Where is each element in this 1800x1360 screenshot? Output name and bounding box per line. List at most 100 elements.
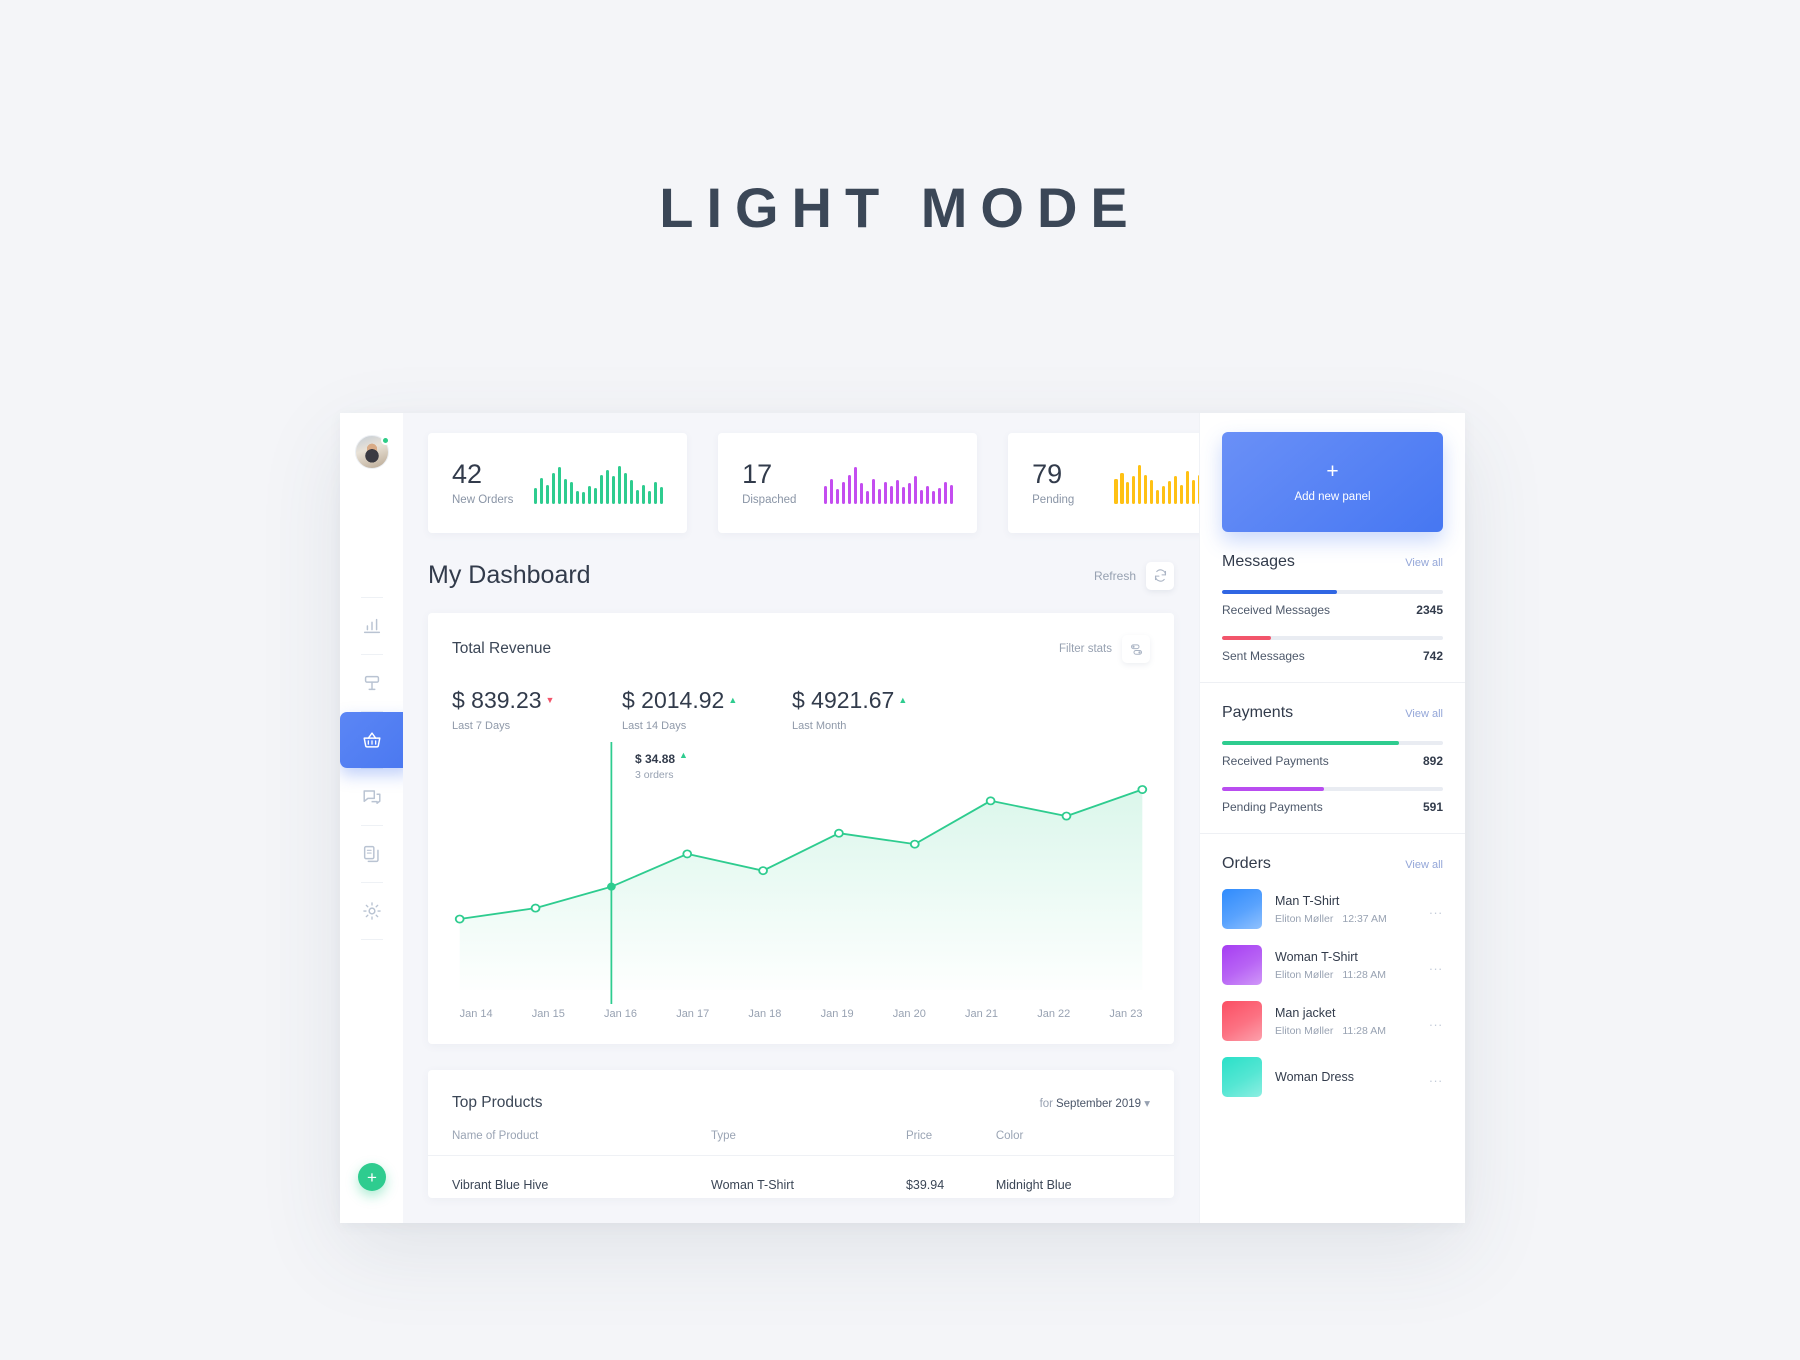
add-button[interactable]: + xyxy=(358,1163,386,1191)
progress-bar xyxy=(1222,590,1443,594)
order-menu-icon[interactable]: ... xyxy=(1429,958,1443,973)
order-menu-icon[interactable]: ... xyxy=(1429,1070,1443,1085)
sidebar-item-messages[interactable] xyxy=(340,769,403,825)
payments-header: Payments View all xyxy=(1222,704,1443,722)
x-axis-tick: Jan 22 xyxy=(1037,1008,1071,1020)
add-button-label: + xyxy=(367,1167,377,1187)
cell-color: Midnight Blue xyxy=(995,1178,1072,1192)
revenue-period: Last 7 Days xyxy=(452,720,511,732)
top-products-title: Top Products xyxy=(452,1094,543,1111)
sparkline-dispached xyxy=(824,462,954,504)
avatar[interactable] xyxy=(354,435,390,469)
revenue-figure: $ 2014.92 ▲ Last 14 Days xyxy=(622,687,792,732)
sidebar-item-analytics[interactable] xyxy=(340,598,403,654)
list-item[interactable]: Man jacket Eliton Møller 11:28 AM... xyxy=(1222,1001,1443,1041)
orders-list: Man T-Shirt Eliton Møller 12:37 AM... Woman… xyxy=(1222,889,1443,1097)
top-products-panel: Top Products for September 2019 ▾ Name of… xyxy=(428,1070,1174,1198)
add-new-panel-label: Add new panel xyxy=(1294,491,1371,503)
top-products-table: Name of Product Type Price Color Vibrant… xyxy=(428,1130,1174,1198)
column-header-type: Type xyxy=(711,1130,736,1142)
refresh-button[interactable] xyxy=(1146,561,1174,590)
tooltip-sub: 3 orders xyxy=(635,769,674,781)
sidebar-item-orders[interactable] xyxy=(340,712,412,768)
revenue-value: $ 4921.67 xyxy=(792,687,895,713)
meter-value: 892 xyxy=(1422,754,1443,768)
x-axis-tick: Jan 16 xyxy=(603,1008,638,1020)
order-name: Woman T-Shirt xyxy=(1275,949,1358,964)
app-window: + 42 New Orders 17 Dispached 79 Pending … xyxy=(340,413,1465,1223)
documents-icon xyxy=(363,845,379,863)
order-menu-icon[interactable]: ... xyxy=(1429,1014,1443,1029)
revenue-chart[interactable]: $ 34.88 ▲ 3 orders xyxy=(440,738,1162,1008)
meter-label: Received Payments xyxy=(1222,754,1329,768)
sidebar-item-campaigns[interactable] xyxy=(340,655,403,711)
progress-bar xyxy=(1222,787,1443,791)
add-panel-zone: + Add new panel xyxy=(1200,413,1465,532)
payments-view-all[interactable]: View all xyxy=(1405,708,1443,720)
sidebar-item-documents[interactable] xyxy=(340,826,403,882)
dashboard-header: My Dashboard Refresh xyxy=(403,533,1199,590)
x-axis-tick: Jan 19 xyxy=(820,1008,854,1020)
x-axis-tick: Jan 18 xyxy=(748,1008,782,1020)
bar-chart-icon xyxy=(363,618,380,634)
filter-stats-button[interactable] xyxy=(1122,635,1150,663)
list-item[interactable]: Woman T-Shirt Eliton Møller 11:28 AM... xyxy=(1222,945,1443,985)
sliders-icon xyxy=(1130,643,1142,655)
revenue-figure: $ 4921.67 ▲ Last Month xyxy=(792,687,962,732)
plus-icon: + xyxy=(1326,460,1339,483)
sidebar-item-settings[interactable] xyxy=(340,883,403,939)
progress-bar xyxy=(1222,741,1443,745)
order-time: 12:37 AM xyxy=(1342,912,1387,925)
messages-title: Messages xyxy=(1222,553,1295,570)
period-selector[interactable]: for September 2019 ▾ xyxy=(1040,1096,1150,1110)
list-item[interactable]: Man T-Shirt Eliton Møller 12:37 AM... xyxy=(1222,889,1443,929)
meter-label: Received Messages xyxy=(1222,603,1331,617)
x-axis-tick: Jan 20 xyxy=(892,1008,926,1020)
refresh-label: Refresh xyxy=(1093,568,1136,583)
x-axis-tick: Jan 15 xyxy=(531,1008,565,1020)
chat-icon xyxy=(362,790,381,804)
x-axis-tick: Jan 23 xyxy=(1109,1008,1143,1020)
period-value: September 2019 xyxy=(1055,1098,1142,1110)
list-item[interactable]: Woman Dress... xyxy=(1222,1057,1443,1097)
messages-view-all[interactable]: View all xyxy=(1405,557,1443,569)
stat-value: 42 xyxy=(452,459,483,490)
stat-label: New Orders xyxy=(452,493,514,506)
cell-name: Vibrant Blue Hive xyxy=(452,1178,549,1192)
revenue-period: Last Month xyxy=(792,720,847,732)
trend-up-icon: ▲ xyxy=(728,695,738,705)
messages-section: Messages View all Received Messages 2345… xyxy=(1200,532,1465,683)
revenue-panel-header: Total Revenue Filter stats xyxy=(428,613,1174,663)
order-thumbnail xyxy=(1222,945,1262,985)
table-row[interactable]: Vibrant Blue Hive Woman T-Shirt $39.94 M… xyxy=(428,1155,1174,1199)
stat-label: Dispached xyxy=(742,493,797,506)
order-person: Eliton Møller xyxy=(1275,968,1334,981)
meter-received-messages: Received Messages 2345 xyxy=(1222,590,1443,617)
period-for-label: for xyxy=(1039,1098,1053,1110)
stat-card-dispached[interactable]: 17 Dispached xyxy=(718,433,978,533)
stat-cards: 42 New Orders 17 Dispached 79 Pending xyxy=(403,413,1199,533)
revenue-value: $ 2014.92 xyxy=(622,687,725,713)
stat-card-pending[interactable]: 79 Pending xyxy=(1008,433,1199,533)
payments-title: Payments xyxy=(1222,704,1294,721)
trend-down-icon: ▼ xyxy=(545,695,555,705)
stat-value: 17 xyxy=(742,459,773,490)
revenue-figure: $ 839.23 ▼ Last 7 Days xyxy=(452,687,622,732)
meter-label: Pending Payments xyxy=(1222,800,1323,814)
revenue-figures: $ 839.23 ▼ Last 7 Days $ 2014.92 ▲ Last 14… xyxy=(428,663,1174,732)
sidebar-rail: + xyxy=(340,413,412,1223)
stat-card-new-orders[interactable]: 42 New Orders xyxy=(428,433,688,533)
basket-icon xyxy=(362,732,381,748)
order-person: Eliton Møller xyxy=(1275,1024,1334,1037)
order-menu-icon[interactable]: ... xyxy=(1429,902,1443,917)
order-person: Eliton Møller xyxy=(1275,912,1334,925)
order-thumbnail xyxy=(1222,1057,1262,1097)
meter-label: Sent Messages xyxy=(1222,649,1305,663)
order-name: Man jacket xyxy=(1275,1005,1336,1020)
orders-view-all[interactable]: View all xyxy=(1405,859,1443,871)
trend-up-icon: ▲ xyxy=(898,695,908,705)
revenue-panel-actions: Filter stats xyxy=(1059,635,1150,663)
meter-sent-messages: Sent Messages 742 xyxy=(1222,636,1443,663)
add-new-panel-button[interactable]: + Add new panel xyxy=(1222,432,1443,532)
sparkline-pending xyxy=(1114,462,1199,504)
